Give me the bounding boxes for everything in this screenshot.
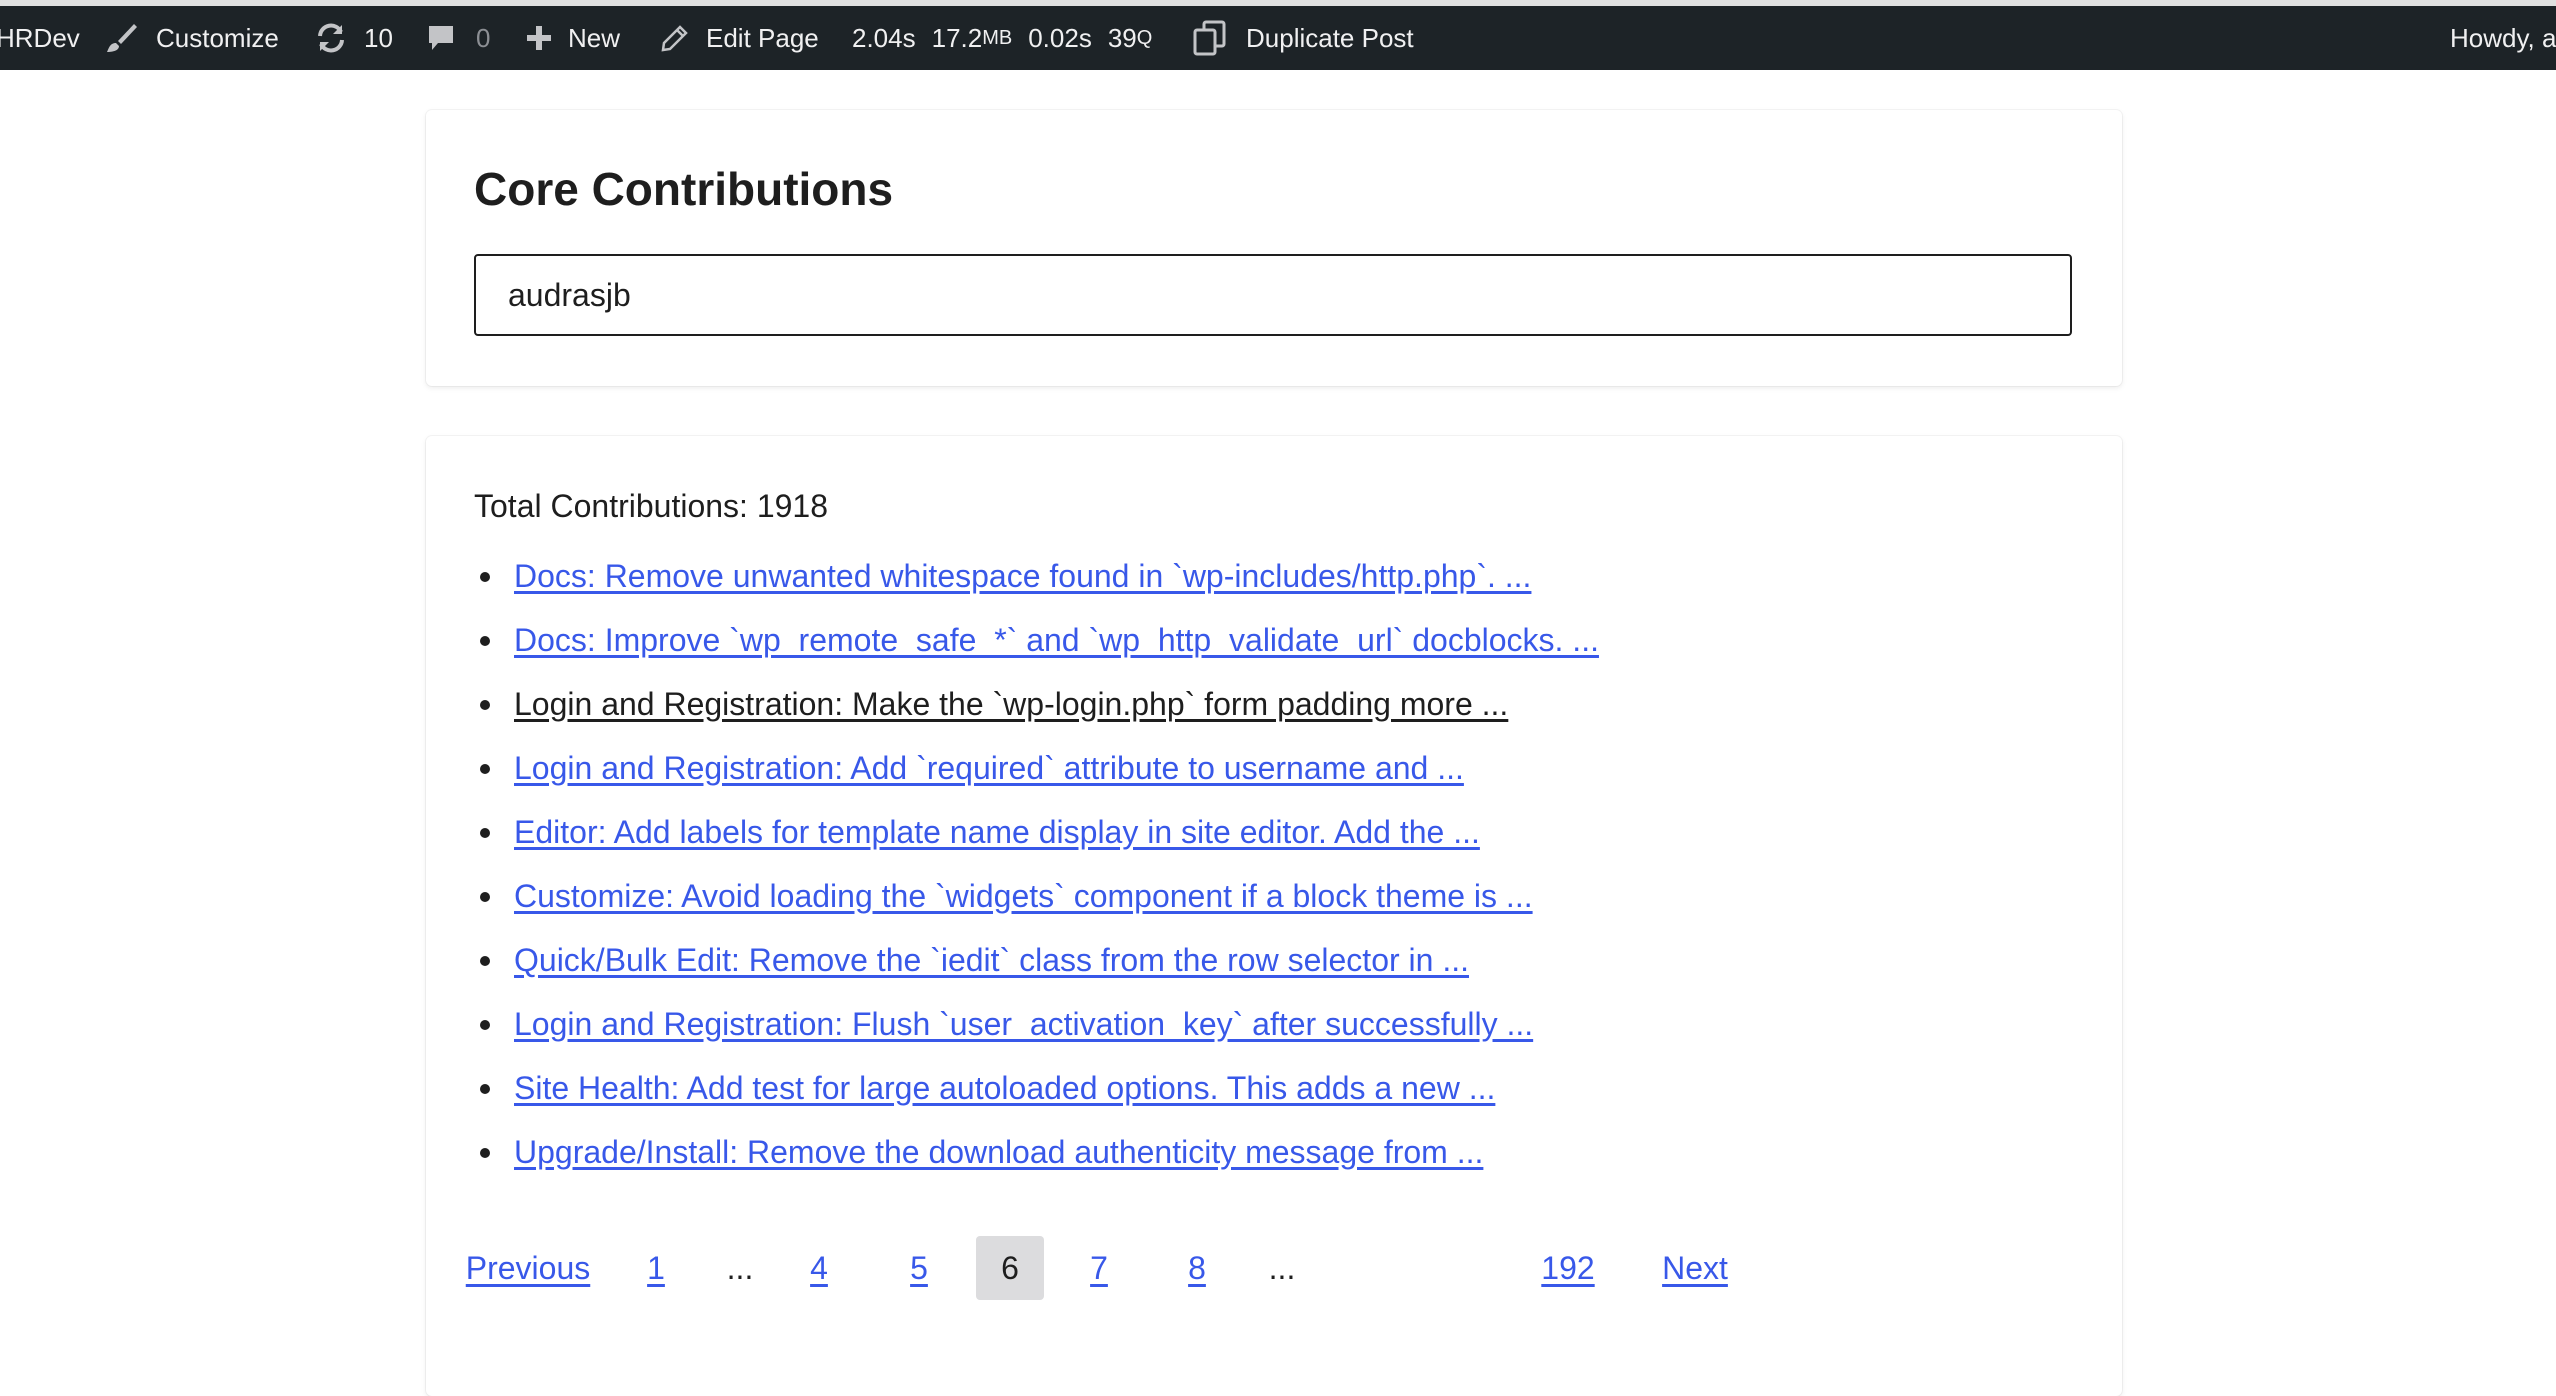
duplicate-post-link[interactable]: Duplicate Post (1190, 6, 1414, 70)
duplicate-icon (1190, 18, 1230, 58)
previous-page-link[interactable]: Previous (458, 1236, 598, 1300)
pencil-icon (660, 23, 690, 53)
page-link-1[interactable]: 1 (636, 1236, 676, 1300)
qm-db-time: 0.02s (1028, 22, 1092, 53)
updates-icon (314, 21, 348, 55)
contribution-link[interactable]: Upgrade/Install: Remove the download aut… (514, 1134, 1483, 1171)
list-item: Docs: Remove unwanted whitespace found i… (474, 544, 1599, 608)
username-search-input[interactable] (474, 254, 2072, 336)
bullet-icon (480, 828, 490, 838)
results-card: Total Contributions: 1918 Docs: Remove u… (426, 436, 2122, 1396)
list-item: Quick/Bulk Edit: Remove the `iedit` clas… (474, 928, 1599, 992)
contribution-link[interactable]: Site Health: Add test for large autoload… (514, 1070, 1495, 1107)
new-label: New (568, 22, 621, 53)
qm-memory-unit: MB (982, 26, 1013, 49)
list-item: Editor: Add labels for template name dis… (474, 800, 1599, 864)
bullet-icon (480, 572, 490, 582)
bullet-icon (480, 764, 490, 774)
contribution-link[interactable]: Login and Registration: Flush `user_acti… (514, 1006, 1533, 1043)
qm-memory: 17.2 (931, 22, 983, 53)
updates-link[interactable]: 10 (314, 6, 393, 70)
qm-queries-unit: Q (1136, 26, 1153, 49)
customize-label: Customize (156, 22, 279, 53)
my-account-link[interactable]: Howdy, a (2450, 6, 2556, 70)
pagination: Previous 1 ... 4 5 6 7 8 ... 192 Next (458, 1236, 1758, 1300)
contribution-link[interactable]: Docs: Improve `wp_remote_safe_*` and `wp… (514, 622, 1599, 659)
pagination-ellipsis: ... (1268, 1249, 1296, 1286)
duplicate-post-label: Duplicate Post (1246, 22, 1414, 53)
qm-time: 2.04s (852, 22, 916, 53)
comments-link[interactable]: 0 (426, 6, 490, 70)
current-page: 6 (976, 1236, 1044, 1300)
new-content-link[interactable]: New (524, 6, 620, 70)
customize-link[interactable]: Customize (104, 6, 279, 70)
bullet-icon (480, 1084, 490, 1094)
qm-queries: 39 (1107, 22, 1137, 53)
howdy-label: Howdy, a (2450, 22, 2556, 53)
plus-icon (524, 23, 554, 53)
site-name-label: HRDev (0, 22, 80, 53)
site-name-link[interactable]: HRDev (0, 6, 80, 70)
list-item: Login and Registration: Flush `user_acti… (474, 992, 1599, 1056)
contribution-link[interactable]: Login and Registration: Make the `wp-log… (514, 686, 1508, 723)
comments-count: 0 (476, 22, 491, 53)
edit-page-label: Edit Page (706, 22, 819, 53)
bullet-icon (480, 1020, 490, 1030)
list-item: Upgrade/Install: Remove the download aut… (474, 1120, 1599, 1184)
page-link-8[interactable]: 8 (1174, 1236, 1220, 1300)
query-monitor-link[interactable]: 2.04s 17.2 MB 0.02s 39 Q (852, 6, 1152, 70)
list-item: Login and Registration: Add `required` a… (474, 736, 1599, 800)
page-link-4[interactable]: 4 (796, 1236, 842, 1300)
edit-page-link[interactable]: Edit Page (660, 6, 819, 70)
page-link-7[interactable]: 7 (1076, 1236, 1122, 1300)
list-item: Docs: Improve `wp_remote_safe_*` and `wp… (474, 608, 1599, 672)
pagination-ellipsis: ... (726, 1249, 754, 1286)
page-link-5[interactable]: 5 (896, 1236, 942, 1300)
bullet-icon (480, 700, 490, 710)
list-item: Customize: Avoid loading the `widgets` c… (474, 864, 1599, 928)
contribution-link[interactable]: Login and Registration: Add `required` a… (514, 750, 1464, 787)
contribution-link[interactable]: Editor: Add labels for template name dis… (514, 814, 1480, 851)
page-title: Core Contributions (474, 163, 894, 215)
updates-count: 10 (364, 22, 393, 53)
list-item: Site Health: Add test for large autoload… (474, 1056, 1599, 1120)
next-page-link[interactable]: Next (1650, 1236, 1740, 1300)
total-contributions: Total Contributions: 1918 (474, 488, 828, 524)
bullet-icon (480, 636, 490, 646)
bullet-icon (480, 956, 490, 966)
contribution-link[interactable]: Quick/Bulk Edit: Remove the `iedit` clas… (514, 942, 1469, 979)
contribution-list: Docs: Remove unwanted whitespace found i… (474, 544, 1599, 1184)
list-item: Login and Registration: Make the `wp-log… (474, 672, 1599, 736)
contribution-link[interactable]: Docs: Remove unwanted whitespace found i… (514, 558, 1531, 595)
contribution-link[interactable]: Customize: Avoid loading the `widgets` c… (514, 878, 1533, 915)
search-card: Core Contributions (426, 110, 2122, 386)
bullet-icon (480, 1148, 490, 1158)
paintbrush-icon (104, 21, 138, 55)
bullet-icon (480, 892, 490, 902)
page-link-192[interactable]: 192 (1528, 1236, 1608, 1300)
comment-bubble-icon (426, 23, 456, 53)
admin-bar: HRDev Customize 10 0 New Edit Page 2.04s… (0, 0, 2556, 70)
